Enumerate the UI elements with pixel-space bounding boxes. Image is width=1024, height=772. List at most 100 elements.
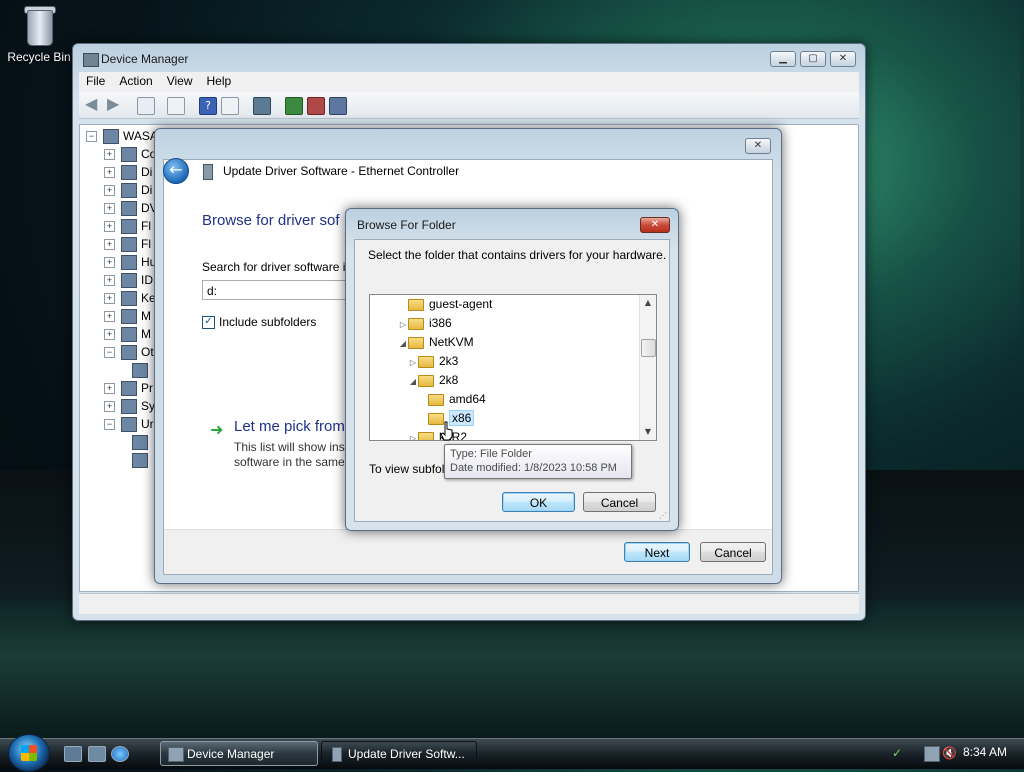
expand-icon[interactable]: +: [104, 293, 115, 305]
tree-item[interactable]: [132, 453, 152, 471]
menu-file[interactable]: File: [79, 72, 112, 90]
show-hide-console-tree-icon[interactable]: [137, 97, 155, 115]
switch-windows-icon[interactable]: [88, 746, 106, 762]
tooltip-type: Type: File Folder: [450, 448, 532, 460]
close-button[interactable]: ✕: [830, 51, 856, 67]
tree-item[interactable]: + Co: [104, 147, 156, 165]
tree-item[interactable]: + ID: [104, 273, 153, 291]
tree-item[interactable]: [132, 363, 152, 381]
ok-button[interactable]: OK: [502, 492, 575, 512]
forward-arrow-icon[interactable]: ▶: [107, 96, 123, 113]
expand-icon[interactable]: +: [104, 383, 115, 395]
tree-item[interactable]: + Hu: [104, 255, 156, 273]
expand-arrow-icon[interactable]: ▷: [408, 429, 418, 440]
next-button[interactable]: Next: [624, 542, 690, 562]
expand-icon[interactable]: +: [104, 149, 115, 161]
folder-item[interactable]: guest-agent: [398, 295, 492, 314]
tree-item[interactable]: [132, 435, 152, 453]
scroll-down-arrow-icon[interactable]: ▼: [640, 424, 656, 440]
back-button[interactable]: ←: [163, 158, 189, 184]
scroll-thumb[interactable]: [641, 339, 656, 357]
taskbar-update-driver[interactable]: Update Driver Softw...: [321, 741, 477, 766]
safely-remove-hardware-icon[interactable]: ✓: [892, 746, 906, 760]
driver-path-input[interactable]: d:: [202, 280, 362, 300]
expand-icon[interactable]: +: [104, 329, 115, 341]
expand-icon[interactable]: +: [104, 203, 115, 215]
folder-item[interactable]: ▷ k8R2: [408, 428, 467, 440]
start-button[interactable]: [8, 734, 50, 772]
expand-arrow-icon[interactable]: ▷: [398, 315, 408, 334]
taskbar-clock[interactable]: 8:34 AM: [963, 745, 1007, 759]
network-disconnected-icon[interactable]: [924, 746, 940, 762]
update-driver-icon[interactable]: [285, 97, 303, 115]
menu-view[interactable]: View: [160, 72, 200, 90]
tree-item[interactable]: + Di: [104, 183, 152, 201]
menu-help[interactable]: Help: [200, 72, 239, 90]
device-category-icon: [121, 237, 137, 253]
resize-grip-icon[interactable]: ⋰: [659, 511, 667, 520]
expand-icon[interactable]: +: [104, 311, 115, 323]
recycle-bin[interactable]: Recycle Bin: [6, 4, 72, 64]
browse-cancel-button[interactable]: Cancel: [583, 492, 656, 512]
collapse-arrow-icon[interactable]: ◢: [408, 372, 418, 391]
uninstall-device-icon[interactable]: [329, 97, 347, 115]
folder-item[interactable]: ▷ 2k3: [408, 352, 458, 371]
menu-action[interactable]: Action: [112, 72, 159, 90]
folder-tree-scrollbar[interactable]: ▲ ▼: [639, 295, 656, 440]
device-manager-titlebar[interactable]: Device Manager ▁ ▢ ✕: [73, 44, 865, 74]
internet-explorer-icon[interactable]: [111, 746, 129, 762]
tree-item[interactable]: + M: [104, 309, 151, 327]
update-driver-close-button[interactable]: ✕: [745, 138, 771, 154]
tree-item[interactable]: + Sy: [104, 399, 155, 417]
browse-close-button[interactable]: ✕: [640, 217, 670, 233]
taskbar-device-manager[interactable]: Device Manager: [160, 741, 318, 766]
scan-hardware-icon[interactable]: [253, 97, 271, 115]
tree-item[interactable]: + DV: [104, 201, 158, 219]
minimize-button[interactable]: ▁: [770, 51, 796, 67]
collapse-icon[interactable]: −: [104, 419, 115, 431]
expand-icon[interactable]: +: [104, 275, 115, 287]
folder-icon: [428, 393, 444, 406]
tree-item[interactable]: + Pr: [104, 381, 153, 399]
collapse-icon[interactable]: −: [86, 131, 97, 143]
folder-item[interactable]: amd64: [418, 390, 486, 409]
tree-item[interactable]: + Fl: [104, 237, 151, 255]
expand-icon[interactable]: +: [104, 185, 115, 197]
expand-icon[interactable]: +: [104, 257, 115, 269]
update-cancel-button[interactable]: Cancel: [700, 542, 766, 562]
tree-item-label: Ur: [141, 417, 154, 431]
expand-arrow-icon[interactable]: ▷: [408, 353, 418, 372]
expand-icon[interactable]: +: [104, 167, 115, 179]
tree-item[interactable]: − Ot: [104, 345, 154, 363]
taskbar-device-manager-label: Device Manager: [187, 747, 275, 761]
action-pane-icon[interactable]: [221, 97, 239, 115]
volume-muted-icon[interactable]: 🔇: [942, 746, 957, 760]
properties-icon[interactable]: [167, 97, 185, 115]
tree-item[interactable]: + M: [104, 327, 151, 345]
include-subfolders-checkbox[interactable]: ✓ Include subfolders: [202, 315, 316, 330]
expand-icon[interactable]: +: [104, 239, 115, 251]
scroll-up-arrow-icon[interactable]: ▲: [640, 295, 656, 311]
tree-item[interactable]: + Fl: [104, 219, 151, 237]
help-icon[interactable]: ?: [199, 97, 217, 115]
pick-from-list-link[interactable]: Let me pick from: [234, 418, 345, 435]
tree-item-label: Fl: [141, 219, 151, 233]
tree-root-computer[interactable]: − WASA: [86, 129, 158, 147]
folder-name: NetKVM: [429, 335, 474, 349]
expand-icon[interactable]: +: [104, 401, 115, 413]
tree-item[interactable]: + Di: [104, 165, 152, 183]
folder-item[interactable]: ◢ NetKVM: [398, 333, 474, 352]
maximize-button[interactable]: ▢: [800, 51, 826, 67]
folder-item[interactable]: ◢ 2k8: [408, 371, 458, 390]
collapse-arrow-icon[interactable]: ◢: [398, 334, 408, 353]
show-desktop-icon[interactable]: [64, 746, 82, 762]
tree-item[interactable]: + Ke: [104, 291, 156, 309]
disable-device-icon[interactable]: [307, 97, 325, 115]
expand-icon[interactable]: +: [104, 221, 115, 233]
folder-tree[interactable]: ▷ k8R2 x86 amd64 ◢ 2k8 ▷ 2k3 ◢ NetKVM ▷ i386 guest-a…: [369, 294, 657, 441]
collapse-icon[interactable]: −: [104, 347, 115, 359]
folder-item[interactable]: ▷ i386: [398, 314, 452, 333]
folder-name: i386: [429, 316, 452, 330]
back-arrow-icon[interactable]: ◀: [85, 96, 101, 113]
tree-item[interactable]: − Ur: [104, 417, 154, 435]
